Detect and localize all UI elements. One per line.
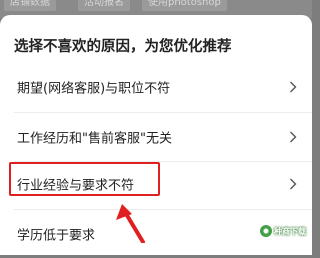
annotation-arrow-icon: [116, 204, 145, 243]
highlight-annotation-box: [9, 162, 160, 196]
chevron-right-icon: [290, 178, 297, 190]
chevron-right-icon: [290, 81, 297, 93]
sheet-title: 选择不喜欢的原因，为您优化推荐: [14, 39, 232, 55]
watermark: 种商下载: [260, 223, 306, 239]
reason-option-label: 期望(网络客服)与职位不符: [17, 81, 171, 97]
reason-option-expectation-mismatch[interactable]: 期望(网络客服)与职位不符: [0, 63, 312, 111]
background-tag: 使用photoshop: [142, 0, 227, 11]
background-tag: 活动报名: [78, 0, 130, 11]
reason-option-label: 学历低于要求: [17, 228, 96, 244]
reason-option-label: 工作经历和"售前客服"无关: [17, 131, 172, 147]
watermark-text: 种商下载: [274, 226, 306, 236]
chevron-right-icon: [290, 131, 297, 143]
background-tag: 店铺数据: [4, 0, 56, 11]
watermark-logo-icon: [260, 225, 272, 237]
reason-option-experience-unrelated[interactable]: 工作经历和"售前客服"无关: [0, 113, 312, 161]
